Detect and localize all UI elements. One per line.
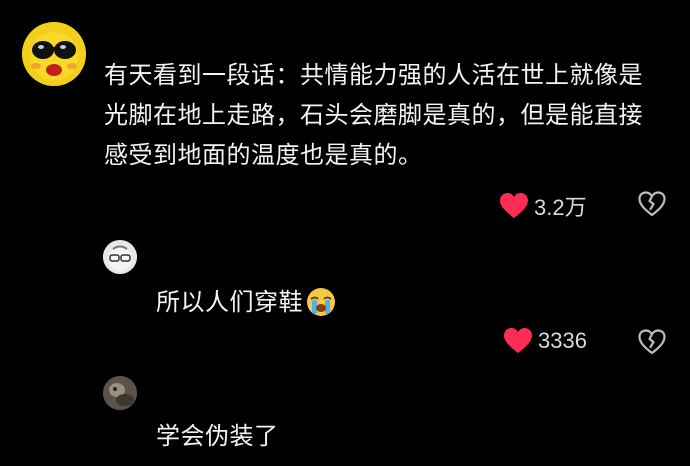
like-button[interactable]: 3.2万 xyxy=(500,190,587,222)
comment-actions: 3336 xyxy=(504,328,587,354)
comment-item-2: 所以人们穿鞋 3336 xyxy=(0,230,690,360)
like-button[interactable]: 3336 xyxy=(504,328,587,354)
like-count: 3.2万 xyxy=(534,195,587,220)
user-avatar[interactable] xyxy=(103,240,137,274)
dislike-button[interactable] xyxy=(638,191,666,217)
comment-item-3: 学会伪装了 xyxy=(0,360,690,466)
comment-text-body: 所以人们穿鞋 xyxy=(156,288,303,316)
broken-heart-icon xyxy=(638,191,666,217)
sunglasses-face-icon xyxy=(22,22,86,86)
comment-text: 有天看到一段话：共情能力强的人活在世上就像是光脚在地上走路，石头会磨脚是真的，但… xyxy=(104,61,643,169)
broken-heart-icon xyxy=(638,329,666,355)
heart-filled-icon xyxy=(504,328,532,353)
comment-actions: 3.2万 xyxy=(500,190,587,222)
user-avatar[interactable] xyxy=(22,22,86,86)
like-count: 3336 xyxy=(538,328,587,353)
heart-filled-icon xyxy=(500,193,528,218)
dislike-button[interactable] xyxy=(638,329,666,355)
cartoon-face-icon xyxy=(103,240,137,274)
comment-text: 所以人们穿鞋 xyxy=(156,282,336,322)
comment-text: 学会伪装了 xyxy=(156,422,279,450)
user-avatar[interactable] xyxy=(103,376,137,410)
comment-item-1: 有天看到一段话：共情能力强的人活在世上就像是光脚在地上走路，石头会磨脚是真的，但… xyxy=(0,0,690,230)
crying-face-emoji xyxy=(307,288,335,316)
dark-portrait-icon xyxy=(103,376,137,410)
